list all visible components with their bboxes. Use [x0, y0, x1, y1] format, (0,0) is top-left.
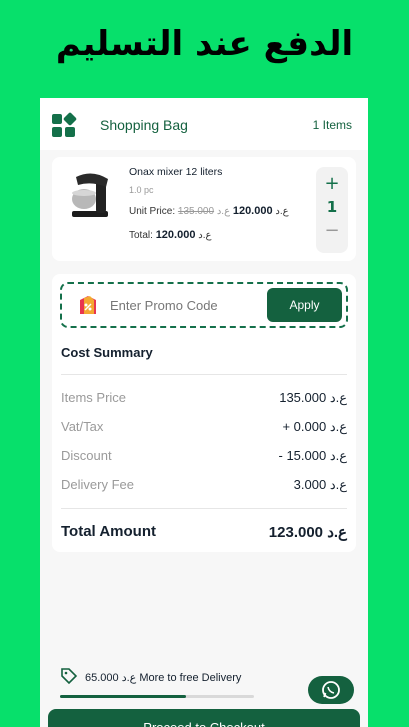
row-label: Delivery Fee [61, 477, 134, 492]
decrease-button[interactable]: − [316, 220, 348, 241]
progress-fill [60, 695, 187, 698]
quantity-stepper: + 1 − [316, 167, 348, 253]
cart-item-card: Onax mixer 12 liters 1.0 pc Unit Price: … [52, 157, 356, 261]
product-quantity-unit: 1.0 pc [129, 185, 154, 195]
product-name[interactable]: Onax mixer 12 liters [129, 166, 222, 178]
categories-grid-icon[interactable] [52, 111, 78, 138]
items-count: 1 Items [312, 118, 352, 132]
unit-price-label: Unit Price: [129, 206, 176, 217]
row-label: Vat/Tax [61, 419, 104, 434]
free-delivery-message: More to free Delivery [139, 672, 242, 684]
whatsapp-button[interactable] [308, 676, 354, 704]
banner-title: الدفع عند التسليم [55, 24, 354, 64]
row-value: 3.000 ع.د [293, 477, 347, 492]
total-amount-label: Total Amount [61, 523, 156, 540]
checkout-button[interactable]: Proceed to Checkout [48, 709, 360, 727]
currency: ع.د [216, 206, 231, 217]
row-label: Discount [61, 448, 112, 463]
row-value: + 0.000 ع.د [282, 419, 347, 434]
apply-button[interactable]: Apply [267, 288, 342, 322]
divider [61, 508, 347, 509]
quantity-value: 1 [326, 198, 338, 216]
free-delivery-amount: 65.000 [85, 672, 119, 684]
product-total: Total: 120.000 ع.د [129, 229, 211, 241]
app-screen: Shopping Bag 1 Items Onax mixer 12 liter… [40, 98, 368, 727]
promo-code-input[interactable] [110, 295, 260, 315]
row-label: Items Price [61, 390, 127, 405]
total-value: 120.000 [155, 229, 196, 241]
row-value: 135.000 ع.د [279, 390, 347, 405]
tag-icon [60, 667, 78, 685]
increase-button[interactable]: + [316, 173, 348, 194]
currency: ع.د [121, 672, 137, 684]
free-delivery-text: 65.000 ع.د More to free Delivery [85, 671, 241, 684]
coupon-icon [76, 294, 100, 318]
page-title: Shopping Bag [100, 117, 188, 133]
row-value: - 15.000 ع.د [278, 448, 348, 463]
divider [61, 374, 347, 375]
top-bar: Shopping Bag 1 Items [40, 98, 368, 150]
free-delivery-progress [60, 695, 254, 698]
currency: ع.د [275, 206, 289, 217]
cost-summary-card: Apply Cost Summary Items Price 135.000 ع… [52, 274, 356, 552]
total-label: Total: [129, 230, 153, 241]
product-image [62, 167, 120, 223]
product-unit-price: Unit Price: 135.000 ع.د 120.000 ع.د [129, 205, 289, 217]
total-amount-value: 123.000 ع.د [268, 524, 347, 541]
currency: ع.د [198, 230, 212, 241]
cost-summary-title: Cost Summary [61, 345, 153, 360]
old-price: 135.000 [177, 206, 215, 217]
promo-code-box: Apply [60, 282, 348, 328]
new-price: 120.000 [232, 205, 273, 217]
